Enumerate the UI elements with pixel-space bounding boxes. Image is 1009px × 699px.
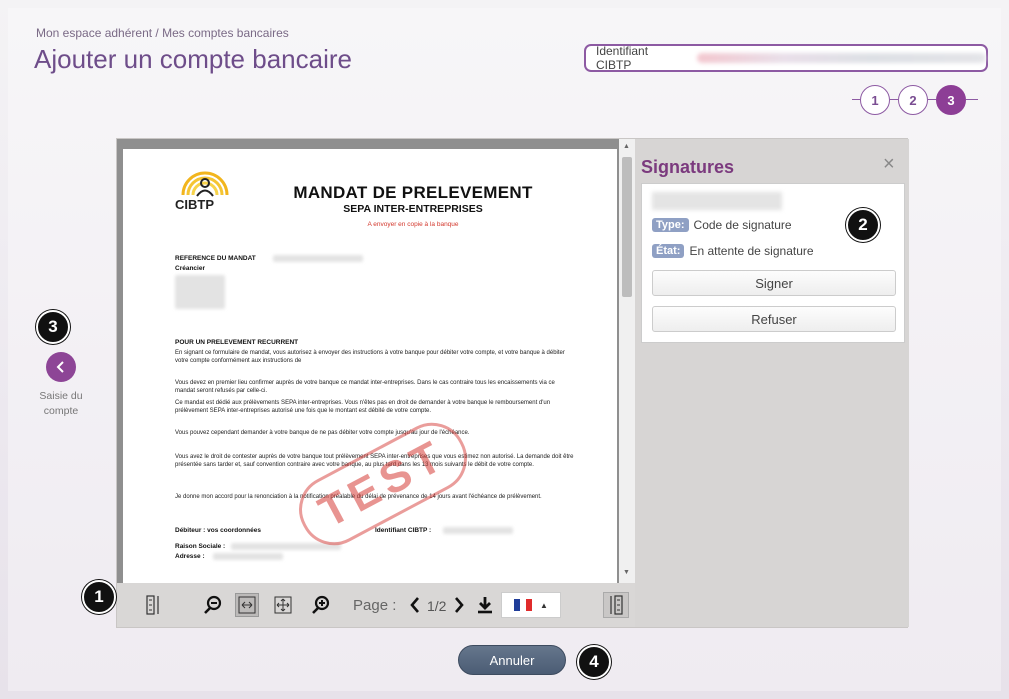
signer-name-redacted [652, 192, 782, 210]
zoom-out-icon[interactable] [201, 593, 225, 617]
signature-card: Type: Code de signature État: En attente… [641, 183, 905, 343]
back-label[interactable]: Saisie du compte [30, 389, 92, 419]
stepper-line [852, 99, 860, 100]
ref-mandat-label: REFERENCE DU MANDAT [175, 255, 256, 262]
cibtp-logo-text: CIBTP [175, 197, 214, 212]
callout-marker-3: 3 [36, 310, 70, 344]
signature-type-row: Type: Code de signature [652, 218, 792, 232]
scroll-thumb[interactable] [622, 157, 632, 297]
back-nav[interactable]: Saisie du compte [30, 352, 92, 419]
debiteur-label: Débiteur : vos coordonnées [175, 527, 261, 534]
document-viewer: CIBTP MANDAT DE PRELEVEMENT SEPA INTER-E… [116, 138, 909, 628]
mandat-subtitle: SEPA INTER-ENTREPRISES [343, 203, 483, 215]
creancier-label: Créancier [175, 265, 205, 272]
section-title: POUR UN PRELEVEMENT RECURRENT [175, 339, 299, 346]
signature-panel-toggle-icon[interactable] [603, 592, 629, 618]
adresse-label: Adresse : [175, 553, 205, 560]
id-cibtp-label: Identifiant CIBTP [596, 44, 649, 72]
stepper-line [890, 99, 898, 100]
language-select[interactable]: ▲ [501, 592, 561, 618]
stepper: 1 2 3 [852, 85, 982, 115]
cancel-button[interactable]: Annuler [458, 645, 566, 675]
redacted-creancier [175, 275, 225, 309]
signature-state-row: État: En attente de signature [652, 244, 814, 258]
paragraph-3: Ce mandat est dédié aux prélèvements SEP… [175, 400, 551, 414]
paragraph-2: Vous devez en premier lieu confirmer aup… [175, 380, 555, 394]
chevron-left-icon[interactable] [46, 352, 76, 382]
redacted-ref [273, 255, 363, 262]
type-tag: Type: [652, 218, 689, 232]
fit-width-icon[interactable] [235, 593, 259, 617]
document-area: CIBTP MANDAT DE PRELEVEMENT SEPA INTER-E… [117, 139, 635, 583]
back-label-line-1: Saisie du [39, 390, 83, 402]
id-cibtp-doc-label: Identifiant CIBTP : [375, 527, 432, 534]
mandat-title: MANDAT DE PRELEVEMENT [293, 183, 533, 202]
download-icon[interactable] [473, 593, 497, 617]
paragraph-4: Vous pouvez cependant demander à votre b… [175, 430, 470, 436]
document-page: CIBTP MANDAT DE PRELEVEMENT SEPA INTER-E… [123, 149, 617, 583]
prev-page-icon[interactable] [407, 593, 423, 617]
sign-button[interactable]: Signer [652, 270, 896, 296]
back-label-line-2: compte [43, 405, 79, 417]
next-page-icon[interactable] [451, 593, 467, 617]
callout-marker-2: 2 [846, 208, 880, 242]
state-value: En attente de signature [689, 244, 814, 258]
id-cibtp-field: Identifiant CIBTP [584, 44, 988, 72]
callout-marker-4: 4 [577, 645, 611, 679]
mandat-note: A envoyer en copie à la banque [367, 221, 459, 228]
zoom-in-icon[interactable] [309, 593, 333, 617]
paragraph-1: En signant ce formulaire de mandat, vous… [175, 350, 565, 364]
type-value: Code de signature [693, 218, 792, 232]
french-flag-icon [514, 599, 533, 611]
refuse-button[interactable]: Refuser [652, 306, 896, 332]
id-cibtp-redacted [696, 53, 986, 63]
stepper-line [966, 99, 978, 100]
step-3[interactable]: 3 [936, 85, 966, 115]
signatures-title: Signatures [641, 157, 735, 177]
callout-marker-1: 1 [82, 580, 116, 614]
redacted-adresse [213, 553, 283, 560]
fit-page-icon[interactable] [271, 593, 295, 617]
scroll-up-icon[interactable]: ▲ [623, 143, 630, 150]
viewer-toolbar: Page : 1/2 ▲ [117, 583, 635, 627]
step-2[interactable]: 2 [898, 85, 928, 115]
thumbnails-toggle-icon[interactable] [141, 593, 165, 617]
document-scrollbar[interactable]: ▲ ▼ [619, 139, 635, 583]
raison-sociale-label: Raison Sociale : [175, 543, 226, 550]
state-tag: État: [652, 244, 685, 258]
breadcrumb[interactable]: Mon espace adhérent / Mes comptes bancai… [36, 26, 289, 40]
redacted-id [443, 527, 513, 534]
page-title: Ajouter un compte bancaire [34, 44, 352, 74]
caret-up-icon: ▲ [540, 600, 548, 610]
page-label: Page : [353, 597, 397, 614]
step-1[interactable]: 1 [860, 85, 890, 115]
close-icon[interactable]: × [883, 153, 895, 176]
stepper-line [928, 99, 936, 100]
page-count: 1/2 [427, 598, 447, 614]
scroll-down-icon[interactable]: ▼ [623, 569, 630, 576]
